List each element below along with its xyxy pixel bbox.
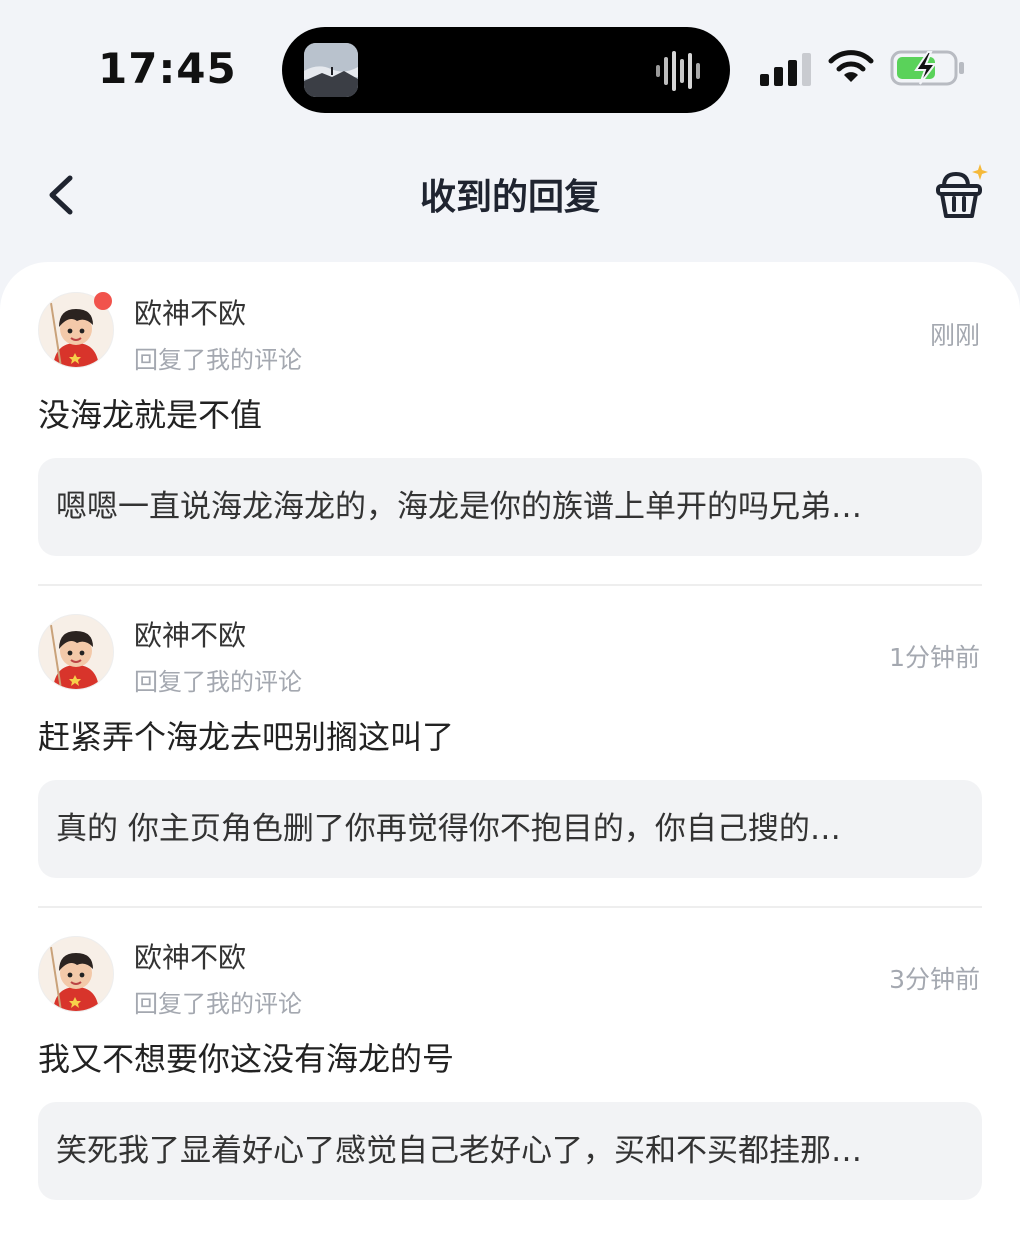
timestamp: 3分钟前 <box>889 965 980 994</box>
quoted-comment[interactable]: 嗯嗯一直说海龙海龙的，海龙是你的族谱上单开的吗兄弟… <box>38 458 982 556</box>
reply-list-card: 欧神不欧 回复了我的评论 刚刚 没海龙就是不值 嗯嗯一直说海龙海龙的，海龙是你的… <box>0 262 1020 1242</box>
user-name[interactable]: 欧神不欧 <box>134 292 246 332</box>
user-name[interactable]: 欧神不欧 <box>134 936 246 976</box>
user-name[interactable]: 欧神不欧 <box>134 614 246 654</box>
reply-text: 赶紧弄个海龙去吧别搁这叫了 <box>38 718 455 756</box>
avatar[interactable] <box>38 936 114 1012</box>
reply-action-label: 回复了我的评论 <box>134 990 302 1018</box>
reply-item[interactable]: 欧神不欧 回复了我的评论 刚刚 没海龙就是不值 嗯嗯一直说海龙海龙的，海龙是你的… <box>38 262 982 562</box>
broom-basket-icon[interactable] <box>930 162 992 224</box>
wifi-icon <box>828 50 874 82</box>
timestamp: 1分钟前 <box>889 643 980 672</box>
reply-text: 没海龙就是不值 <box>38 396 263 434</box>
dynamic-island[interactable] <box>282 27 730 113</box>
page-title: 收到的回复 <box>419 177 600 218</box>
nav-bar: 收到的回复 <box>0 140 1020 250</box>
quoted-comment[interactable]: 真的 你主页角色删了你再觉得你不抱目的，你自己搜的… <box>38 780 982 878</box>
now-playing-thumbnail[interactable] <box>304 43 358 97</box>
quoted-comment[interactable]: 笑死我了显着好心了感觉自己老好心了，买和不买都挂那… <box>38 1102 982 1200</box>
reply-text: 我又不想要你这没有海龙的号 <box>38 1040 455 1078</box>
reply-item[interactable]: 欧神不欧 回复了我的评论 1分钟前 赶紧弄个海龙去吧别搁这叫了 真的 你主页角色… <box>38 584 982 884</box>
avatar[interactable] <box>38 614 114 690</box>
reply-item[interactable]: 欧神不欧 回复了我的评论 3分钟前 我又不想要你这没有海龙的号 笑死我了显着好心… <box>38 906 982 1206</box>
status-time: 17:45 <box>98 44 237 93</box>
reply-action-label: 回复了我的评论 <box>134 668 302 696</box>
status-bar: 17:45 <box>0 0 1020 140</box>
reply-action-label: 回复了我的评论 <box>134 346 302 374</box>
cellular-signal-icon <box>760 53 811 86</box>
unread-dot <box>94 292 112 310</box>
battery-charging-icon <box>890 50 964 86</box>
timestamp: 刚刚 <box>929 321 980 350</box>
audio-waveform-icon <box>656 51 700 91</box>
